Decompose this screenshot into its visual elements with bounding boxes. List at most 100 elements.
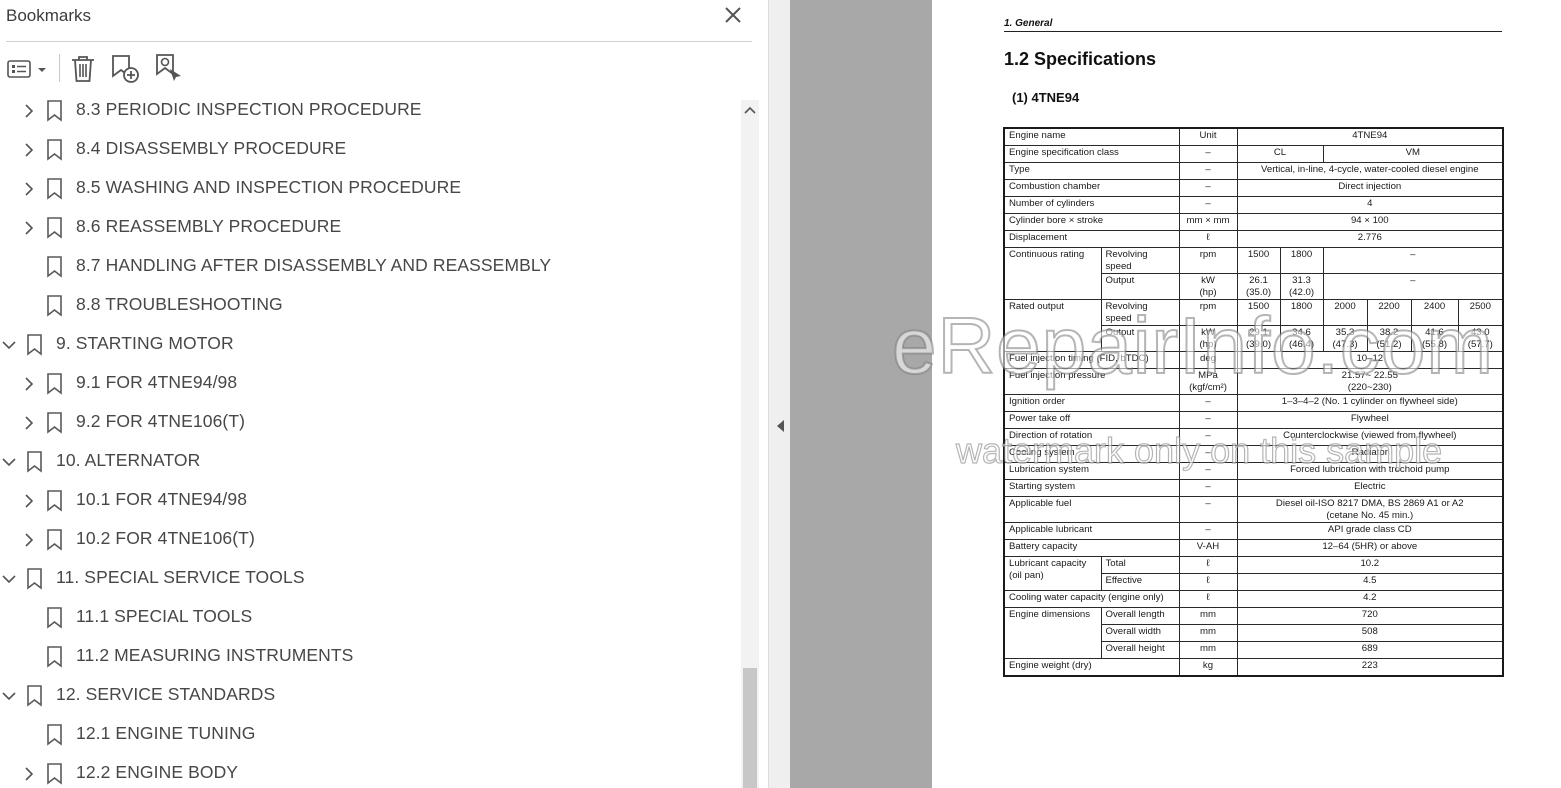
bookmark-icon: [46, 177, 64, 201]
bookmark-item[interactable]: 9.2 FOR 4TNE106(T): [0, 404, 740, 443]
table-cell: rpm: [1178, 247, 1238, 274]
bookmark-label: 12. SERVICE STANDARDS: [56, 684, 276, 704]
table-row: Cooling water capacity (engine only) ℓ 4…: [1003, 590, 1504, 608]
chevron-right-icon[interactable]: [22, 530, 36, 550]
table-cell: Battery capacity: [1003, 539, 1180, 557]
bookmark-item[interactable]: 10.2 FOR 4TNE106(T): [0, 521, 740, 560]
cell-value: (39.0): [1245, 338, 1272, 350]
bookmark-label: 10.1 FOR 4TNE94/98: [76, 489, 248, 509]
bookmark-tree: 8.3 PERIODIC INSPECTION PROCEDURE 8.4 DIS…: [0, 92, 740, 788]
bookmarks-panel: Bookmarks 8.3 PERIODIC INSPECTION PROCED…: [0, 0, 768, 788]
table-cell: –: [1178, 179, 1238, 197]
chevron-down-icon[interactable]: [2, 569, 16, 589]
bookmark-item[interactable]: 10. ALTERNATOR: [0, 443, 740, 482]
table-cell: Engine specification class: [1003, 145, 1180, 163]
bookmark-item[interactable]: 9. STARTING MOTOR: [0, 326, 740, 365]
table-cell: 1–3–4–2 (No. 1 cylinder on flywheel side…: [1236, 394, 1504, 412]
collapse-panel-button[interactable]: [775, 418, 785, 434]
table-cell: 31.3 (42.0): [1279, 273, 1324, 300]
chevron-right-icon[interactable]: [22, 374, 36, 394]
scrollbar[interactable]: [741, 100, 759, 788]
table-row: Lubricant capacity (oil pan) Total ℓ 10.…: [1003, 556, 1504, 591]
chevron-right-icon[interactable]: [22, 179, 36, 199]
cell-value: (47.3): [1332, 338, 1358, 350]
table-cell: Engine weight (dry): [1003, 658, 1180, 677]
cell-value: 29.1: [1249, 327, 1268, 338]
table-cell: –: [1178, 411, 1238, 429]
scroll-thumb[interactable]: [743, 668, 757, 788]
table-row: Rated output Revolving speed rpm 1500 18…: [1003, 299, 1504, 352]
chevron-down-icon[interactable]: [2, 452, 16, 472]
table-cell: –: [1178, 196, 1238, 214]
cell-value: (35.0): [1245, 286, 1272, 298]
bookmark-item[interactable]: 11.1 SPECIAL TOOLS: [0, 599, 740, 638]
panel-title: Bookmarks: [6, 6, 92, 25]
chevron-right-icon[interactable]: [22, 101, 36, 121]
chevron-right-icon[interactable]: [22, 140, 36, 160]
table-cell: –: [1322, 273, 1504, 300]
bookmark-item[interactable]: 11. SPECIAL SERVICE TOOLS: [0, 560, 740, 599]
scroll-up-button[interactable]: [741, 102, 759, 120]
table-cell: Diesel oil-ISO 8217 DMA, BS 2869 A1 or A…: [1236, 496, 1504, 523]
bookmark-label: 8.5 WASHING AND INSPECTION PROCEDURE: [76, 177, 462, 197]
table-cell: mm: [1178, 641, 1238, 659]
table-row: Ignition order – 1–3–4–2 (No. 1 cylinder…: [1003, 394, 1504, 412]
close-panel-button[interactable]: [722, 4, 744, 26]
table-cell: 29.1 (39.0): [1236, 325, 1281, 352]
table-cell: Revolving speed: [1100, 299, 1180, 326]
find-bookmark-button[interactable]: [154, 52, 184, 84]
table-cell: Engine dimensions: [1003, 607, 1102, 659]
cell-value: 43.0: [1470, 327, 1490, 338]
bookmark-label: 12.1 ENGINE TUNING: [76, 723, 256, 743]
document-view[interactable]: 1. General 1.2 Specifications (1) 4TNE94…: [790, 0, 1561, 788]
table-row: Cooling system – Radiator: [1003, 445, 1504, 463]
bookmark-item[interactable]: 12. SERVICE STANDARDS: [0, 677, 740, 716]
bookmark-item[interactable]: 8.5 WASHING AND INSPECTION PROCEDURE: [0, 170, 740, 209]
table-cell: 43.0 (57.7): [1457, 325, 1504, 352]
table-row: Starting system – Electric: [1003, 479, 1504, 497]
bookmark-item[interactable]: 9.1 FOR 4TNE94/98: [0, 365, 740, 404]
table-cell: mm: [1178, 607, 1238, 625]
bookmark-icon: [46, 762, 64, 786]
bookmark-item[interactable]: 8.6 REASSEMBLY PROCEDURE: [0, 209, 740, 248]
table-cell: 1500: [1236, 299, 1281, 326]
table-cell: Total: [1100, 556, 1180, 574]
options-menu-button[interactable]: [6, 52, 50, 84]
table-cell: –: [1178, 145, 1238, 163]
table-cell: Displacement: [1003, 230, 1180, 248]
chevron-right-icon[interactable]: [22, 218, 36, 238]
bookmark-item[interactable]: 8.3 PERIODIC INSPECTION PROCEDURE: [0, 92, 740, 131]
chevron-right-icon[interactable]: [22, 764, 36, 784]
bookmark-item[interactable]: 12.2 ENGINE BODY: [0, 755, 740, 788]
close-icon: [725, 7, 741, 23]
cell-value: 21.57~ 22.55: [1341, 370, 1398, 381]
bookmark-item[interactable]: 10.1 FOR 4TNE94/98: [0, 482, 740, 521]
table-cell: ℓ: [1178, 573, 1238, 591]
table-cell: –: [1178, 462, 1238, 480]
delete-bookmark-button[interactable]: [68, 52, 98, 84]
chevron-right-icon[interactable]: [22, 491, 36, 511]
table-cell: Lubricant capacity (oil pan): [1003, 556, 1102, 591]
bookmark-item[interactable]: 11.2 MEASURING INSTRUMENTS: [0, 638, 740, 677]
table-cell: Output: [1100, 325, 1180, 352]
table-row: Battery capacity V-AH 12–64 (5HR) or abo…: [1003, 539, 1504, 557]
chevron-down-icon[interactable]: [2, 335, 16, 355]
table-cell: 720: [1236, 607, 1504, 625]
chevron-down-icon[interactable]: [2, 686, 16, 706]
bookmarks-toolbar: [0, 48, 240, 88]
bookmark-label: 9.1 FOR 4TNE94/98: [76, 372, 238, 392]
new-bookmark-button[interactable]: [110, 52, 140, 84]
table-cell: 41.6 (55.8): [1410, 325, 1459, 352]
table-cell: Engine name: [1003, 127, 1180, 146]
unit-text: (hp): [1199, 286, 1217, 298]
panel-splitter[interactable]: [768, 0, 791, 788]
bookmark-item[interactable]: 8.8 TROUBLESHOOTING: [0, 287, 740, 326]
bookmark-item[interactable]: 8.4 DISASSEMBLY PROCEDURE: [0, 131, 740, 170]
chevron-right-icon[interactable]: [22, 413, 36, 433]
bookmark-item[interactable]: 8.7 HANDLING AFTER DISASSEMBLY AND REASS…: [0, 248, 740, 287]
table-cell: 2000: [1322, 299, 1368, 326]
bookmark-icon: [26, 450, 44, 474]
bookmark-item[interactable]: 12.1 ENGINE TUNING: [0, 716, 740, 755]
table-cell: kW (hp): [1178, 325, 1238, 352]
table-cell: Output: [1100, 273, 1180, 300]
